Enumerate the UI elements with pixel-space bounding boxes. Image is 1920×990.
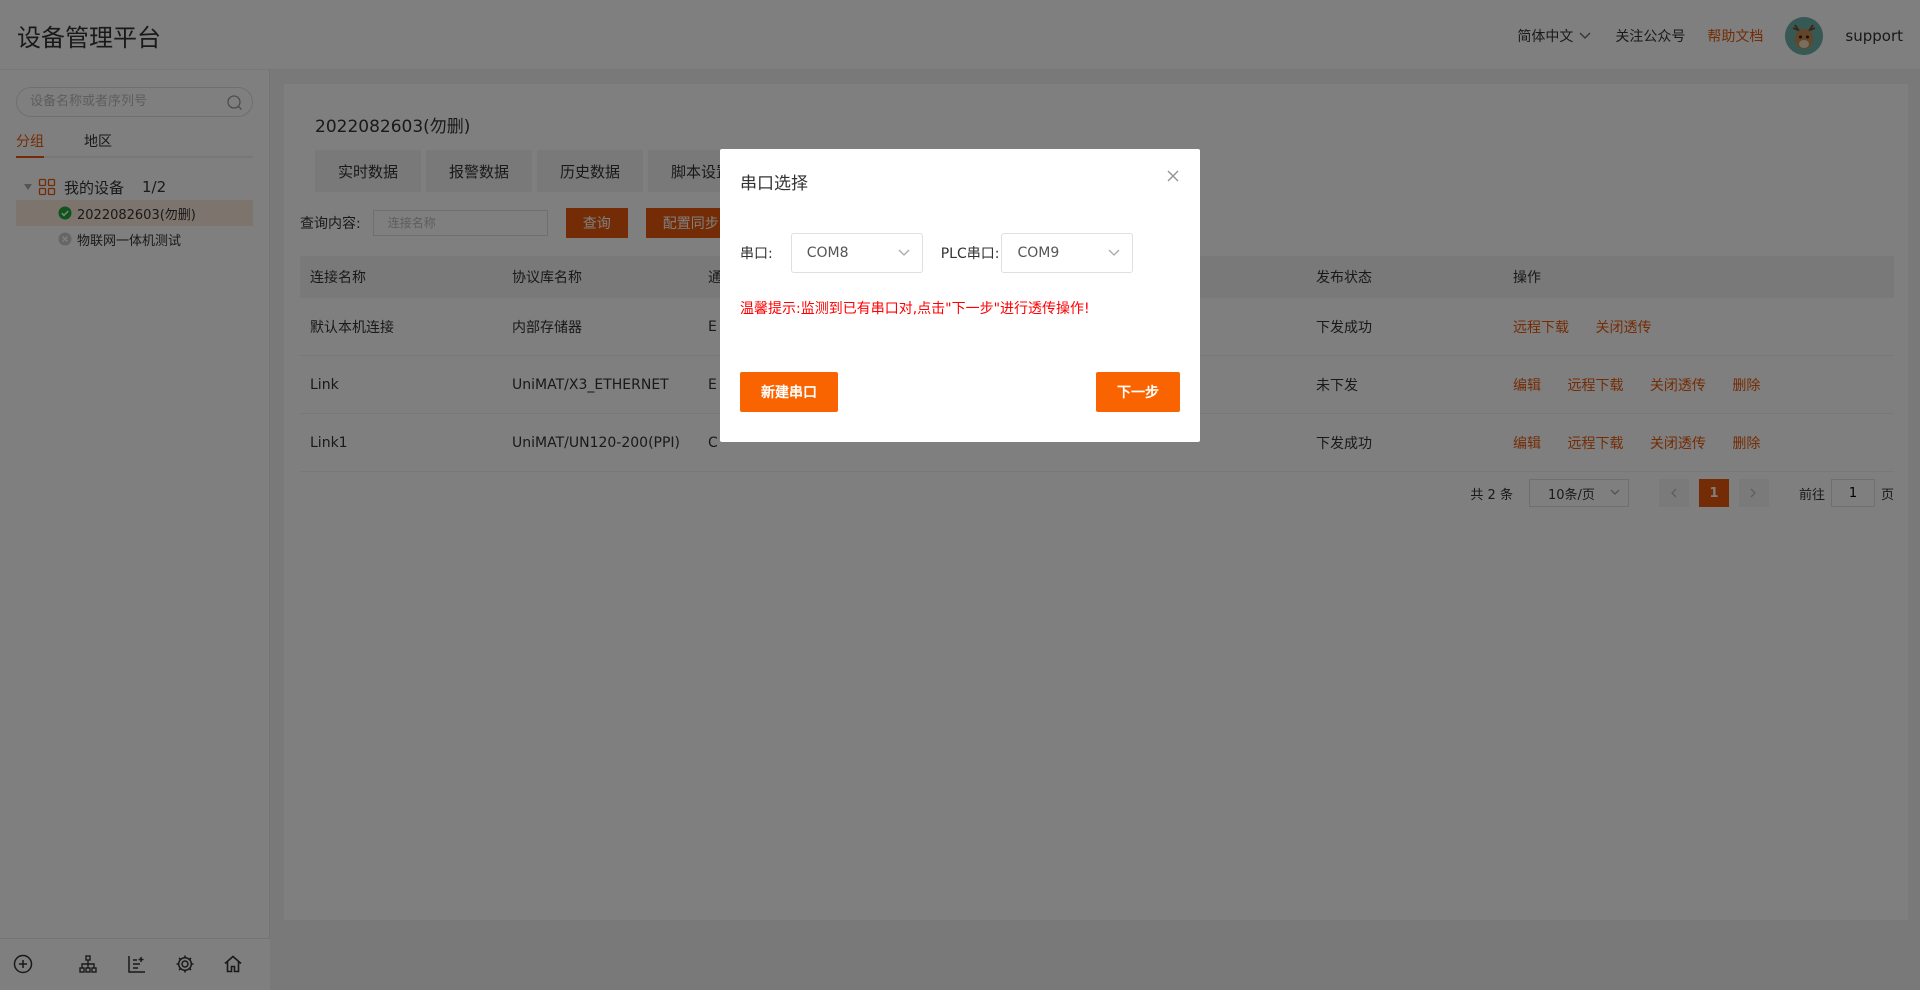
plc-port-label: PLC串口: (940, 246, 1000, 262)
plc-port-select[interactable]: COM9 (1001, 233, 1134, 273)
port-label: 串口: (740, 246, 773, 262)
serial-port-select[interactable]: COM8 (790, 233, 923, 273)
plc-port-value: COM9 (1017, 245, 1060, 261)
new-serial-port-button[interactable]: 新建串口 (740, 372, 838, 412)
serial-port-value: COM8 (806, 245, 849, 261)
serial-port-dialog: 串口选择 串口: COM8 PLC串口: COM9 温馨提示:监测到已有串口对,… (720, 149, 1200, 442)
dialog-title: 串口选择 (740, 174, 808, 194)
warning-tip: 温馨提示:监测到已有串口对,点击"下一步"进行透传操作! (740, 301, 1090, 317)
close-icon[interactable] (1166, 169, 1180, 183)
chevron-down-icon (1108, 249, 1120, 256)
chevron-down-icon (898, 249, 910, 256)
next-step-button[interactable]: 下一步 (1096, 372, 1180, 412)
port-row: 串口: COM8 PLC串口: COM9 (740, 233, 1134, 273)
